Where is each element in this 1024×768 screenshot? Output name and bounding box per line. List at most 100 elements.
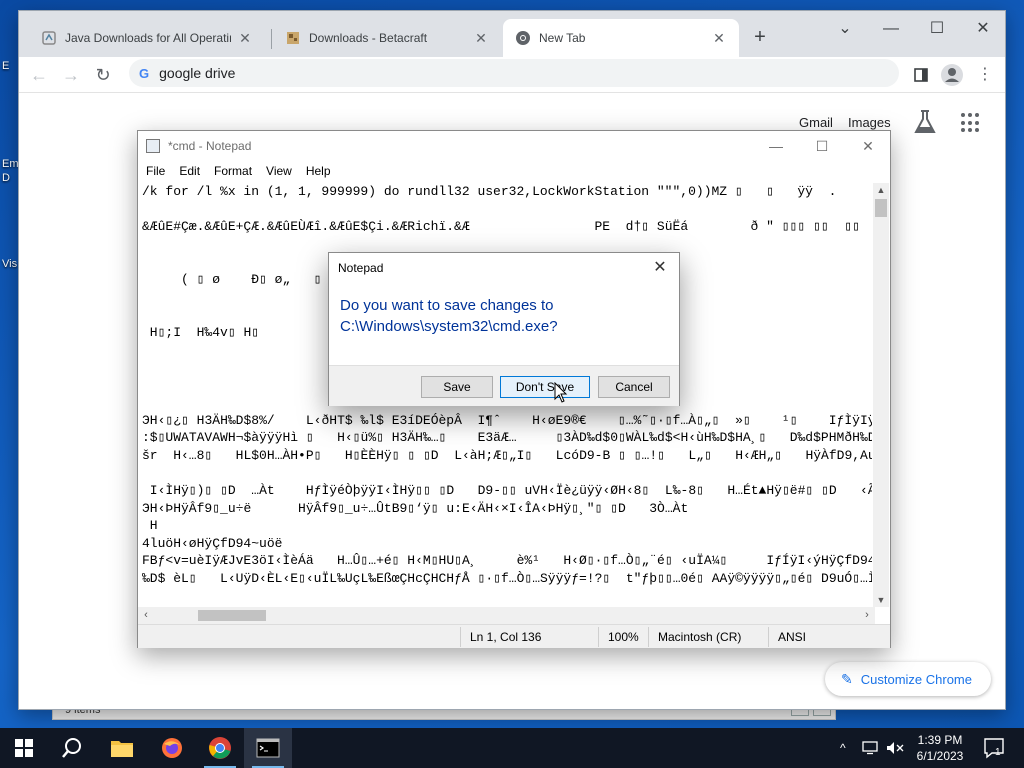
tab-close-icon[interactable]: ✕ [473,30,489,46]
customize-chrome-button[interactable]: ✎ Customize Chrome [825,662,991,696]
search-icon[interactable] [48,728,96,768]
notepad-text-line: ‰D$ èL▯ L‹UÿD‹ÈL‹E▯‹uÏL‰UçL‰EßœÇHcÇHCHƒÅ… [142,571,872,587]
notepad-text-line [142,236,872,254]
save-changes-dialog: Notepad ✕ Do you want to save changes to… [328,252,680,406]
address-bar-text: google drive [159,65,236,81]
reload-button[interactable]: ↻ [91,63,115,87]
notepad-text-line [142,465,872,483]
back-button[interactable]: ← [27,63,51,87]
tab-title: New Tab [539,31,586,45]
clock-time: 1:39 PM [917,733,963,747]
start-icon[interactable] [0,728,48,768]
notepad-icon [146,139,160,153]
tab-betacraft[interactable]: Downloads - Betacraft ✕ [273,19,501,57]
labs-flask-icon[interactable] [913,109,937,135]
dialog-message-line: Do you want to save changes to [340,297,554,314]
google-icon: G [139,65,150,81]
notepad-text-line: &ÆûE#Çæ.&ÆûE+ÇÆ.&ÆûEÙÆî.&ÆûE$Çi.&ÆRichï.… [142,219,860,235]
desktop-icon-label[interactable]: E [2,60,9,72]
close-window-button[interactable]: ✕ [963,15,1003,43]
notification-count: 1 [995,747,1001,758]
notepad-title: *cmd - Notepad [168,139,252,153]
menu-view[interactable]: View [266,164,292,178]
notepad-maximize-button[interactable]: ☐ [802,133,842,159]
chrome-menu-icon[interactable]: ⋮ [973,63,997,87]
tab-title: Java Downloads for All Operatin [65,31,231,45]
notepad-text-line [142,201,872,219]
dialog-message-path: C:\Windows\system32\cmd.exe? [340,318,558,335]
zoom-level: 100% [608,630,639,644]
chrome-taskbar-icon[interactable] [196,728,244,768]
notepad-text-line: ЭH‹ÞHÿÂf9▯_u÷ë HÿÂf9▯_u÷…ÛtB9▯‘ÿ▯ u:E‹ÄH… [142,500,689,516]
tab-java-downloads[interactable]: Java Downloads for All Operatin ✕ [29,19,265,57]
dialog-button-bar: Save Don't Save Cancel [329,365,679,406]
profile-avatar-icon[interactable] [941,64,963,86]
mouse-cursor-icon [554,381,568,404]
address-bar[interactable]: G google drive [129,59,899,87]
gmail-link[interactable]: Gmail [799,115,833,130]
taskbar: ^ 1:39 PM 6/1/2023 1 [0,728,1024,768]
tab-separator [271,29,272,49]
google-apps-icon[interactable] [961,113,981,133]
dont-save-button[interactable]: Don't Save [500,376,590,398]
scroll-left-icon[interactable]: ‹ [138,607,154,624]
horizontal-scroll-thumb[interactable] [198,610,266,621]
dialog-title: Notepad [338,261,384,275]
show-hidden-icons-button[interactable]: ^ [840,728,846,768]
cmd-icon[interactable] [244,728,292,768]
new-tab-button[interactable]: + [749,27,771,49]
tab-close-icon[interactable]: ✕ [711,30,727,46]
save-button[interactable]: Save [421,376,493,398]
clock-date: 6/1/2023 [916,749,964,763]
desktop-icon-label[interactable]: Em [2,158,19,170]
notepad-text-line: šr H‹…8▯ HL$0H…ÀH•P▯ H▯ÈÈHÿ▯ ▯ ▯D L‹àH;Æ… [142,447,872,463]
notepad-minimize-button[interactable]: — [756,133,796,159]
dialog-close-icon[interactable]: ✕ [649,257,671,279]
notepad-status-bar: Ln 1, Col 136 100% Macintosh (CR) ANSI [138,624,890,648]
vertical-scroll-thumb[interactable] [875,199,887,217]
horizontal-scrollbar[interactable]: ‹ › [138,607,875,624]
side-panel-icon[interactable] [909,63,933,87]
notepad-text-line: ЭH‹▯¿▯ H3ÄH‰D$8%/ L‹ðHT$ ‰l$ E3íDEÓèpÂ I… [142,412,872,428]
notepad-text-line: H [142,518,158,534]
scroll-right-icon[interactable]: › [859,607,875,624]
taskbar-clock[interactable]: 1:39 PM 6/1/2023 [900,732,980,764]
file-explorer-icon[interactable] [98,728,146,768]
forward-button[interactable]: → [59,63,83,87]
scroll-down-icon[interactable]: ▼ [873,593,889,607]
menu-format[interactable]: Format [214,164,252,178]
notification-center-icon[interactable]: 1 [982,736,1006,760]
vertical-scrollbar[interactable]: ▲ ▼ [873,183,889,607]
browser-toolbar: ← → ↻ G google drive ⋮ [19,57,1005,93]
tab-close-icon[interactable]: ✕ [237,30,253,46]
customize-chrome-label: Customize Chrome [860,671,972,687]
notepad-text-line: /k for /l %x in (1, 1, 999999) do rundll… [142,184,837,199]
dialog-message: Do you want to save changes to C:\Window… [340,295,660,337]
line-endings: Macintosh (CR) [658,630,742,644]
minimize-button[interactable]: — [871,15,911,43]
notepad-close-button[interactable]: ✕ [848,133,888,159]
notepad-text-line: FBƒ<v=uèIÿÆJvE3öI‹ÌèÁä H…Û▯…+é▯ H‹M▯HU▯A… [142,553,872,569]
images-link[interactable]: Images [848,115,891,130]
desktop-icon-label[interactable]: D [2,172,10,184]
notepad-menu-bar: File Edit Format View Help [138,161,890,181]
notepad-text-line: 4luöH‹øHÿÇfD94~uöë [142,535,283,551]
network-icon[interactable] [862,728,880,768]
menu-help[interactable]: Help [306,164,331,178]
scroll-up-icon[interactable]: ▲ [873,183,889,197]
notepad-text-line: :$▯UWATAVAWH¬$àÿÿÿHì ▯ H‹▯ü%▯ H3ÄH‰…▯ E3… [142,430,872,446]
notepad-text-line: I‹ÌHÿ▯)▯ ▯D …Àt HƒÌÿéÒþÿÿI‹ÌHÿ▯▯ ▯D D9-▯… [142,483,872,499]
tab-strip: Java Downloads for All Operatin ✕ Downlo… [19,11,1005,57]
menu-edit[interactable]: Edit [179,164,200,178]
tab-search-button[interactable]: ⌄ [825,15,865,43]
betacraft-icon [285,30,301,46]
tab-title: Downloads - Betacraft [309,31,428,45]
maximize-button[interactable]: ☐ [917,15,957,43]
menu-file[interactable]: File [146,164,165,178]
firefox-icon[interactable] [148,728,196,768]
desktop-icon-label[interactable]: Vis [2,258,17,270]
java-icon [41,30,57,46]
chrome-icon [515,30,531,46]
tab-new-tab[interactable]: New Tab ✕ [503,19,739,57]
cancel-button[interactable]: Cancel [598,376,670,398]
